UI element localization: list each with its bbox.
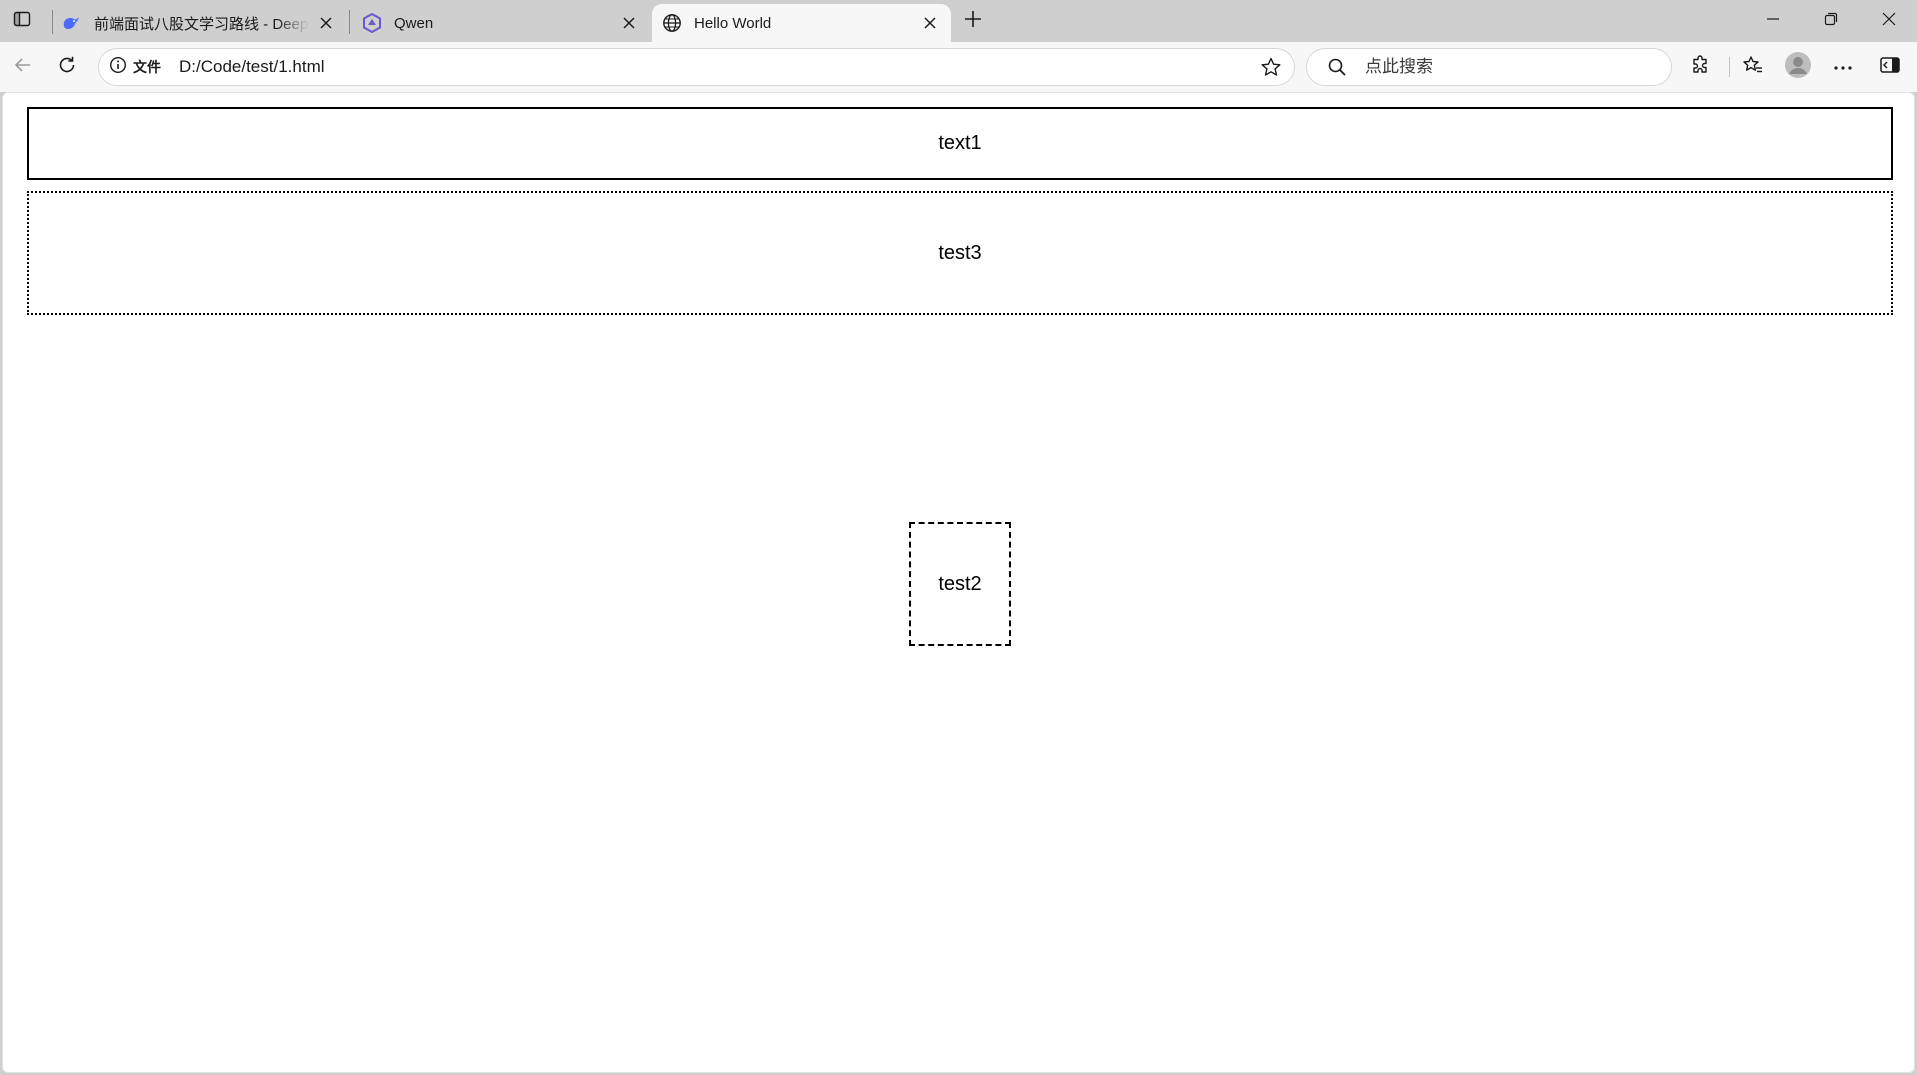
box-text: test2 (938, 572, 982, 595)
tab-title: Hello World (694, 14, 772, 32)
tab-deepseek[interactable]: 前端面试八股文学习路线 - DeepSeek (52, 4, 347, 42)
add-favorite-icon[interactable] (1254, 50, 1288, 84)
security-label: 文件 (133, 59, 161, 75)
site-info-button[interactable]: 文件 (109, 56, 161, 79)
profile-button[interactable] (1780, 50, 1816, 84)
search-box[interactable] (1306, 48, 1672, 86)
more-options-button[interactable] (1825, 50, 1861, 84)
close-tab-icon[interactable] (315, 12, 337, 34)
navigation-toolbar: 文件 D:/Code/test/1.html (0, 42, 1917, 92)
tab-title: 前端面试八股文学习路线 - DeepSeek (94, 15, 309, 33)
favorites-star-list-icon (1742, 54, 1764, 81)
globe-icon (662, 13, 682, 33)
qwen-logo-icon (362, 13, 382, 33)
puzzle-icon (1690, 54, 1712, 81)
tab-title: Qwen (394, 14, 434, 32)
avatar (1784, 51, 1812, 84)
solid-border-box: text1 (27, 107, 1893, 180)
reload-button[interactable] (50, 51, 84, 83)
deepseek-whale-icon (62, 13, 82, 33)
extensions-button[interactable] (1683, 50, 1719, 84)
close-icon (1882, 12, 1896, 31)
more-dots-icon (1833, 58, 1853, 76)
minimize-icon (1766, 12, 1780, 31)
search-input[interactable] (1365, 57, 1645, 77)
address-bar[interactable]: 文件 D:/Code/test/1.html (98, 48, 1295, 86)
back-arrow-icon (13, 55, 33, 80)
reload-icon (57, 55, 77, 80)
tab-strip: 前端面试八股文学习路线 - DeepSeek Qwen Hello World (0, 0, 1917, 42)
restore-icon (1824, 12, 1838, 31)
tab-qwen[interactable]: Qwen (352, 4, 650, 42)
favorites-button[interactable] (1735, 50, 1771, 84)
info-icon (109, 56, 127, 79)
url-text[interactable]: D:/Code/test/1.html (179, 57, 1254, 77)
toolbar-separator (1729, 57, 1730, 77)
tab-actions-button[interactable] (6, 6, 38, 36)
sidebar-icon (1880, 56, 1900, 79)
plus-icon (964, 10, 982, 33)
sidebar-toggle-button[interactable] (1872, 50, 1908, 84)
dotted-border-box: test3 (27, 191, 1893, 315)
restore-button[interactable] (1802, 0, 1860, 42)
close-tab-icon[interactable] (618, 12, 640, 34)
tab-separator (349, 10, 350, 34)
tab-actions-icon (13, 10, 31, 33)
dashed-border-box: test2 (909, 522, 1011, 646)
close-tab-icon[interactable] (919, 12, 941, 34)
box-text: test3 (938, 241, 982, 264)
page-viewport: text1 test3 test2 (2, 92, 1915, 1073)
tab-hello-world[interactable]: Hello World (652, 4, 951, 42)
close-window-button[interactable] (1860, 0, 1917, 42)
minimize-button[interactable] (1744, 0, 1802, 42)
search-icon (1327, 57, 1347, 77)
box-text: text1 (938, 132, 982, 154)
back-button[interactable] (6, 51, 40, 83)
new-tab-button[interactable] (957, 5, 989, 37)
